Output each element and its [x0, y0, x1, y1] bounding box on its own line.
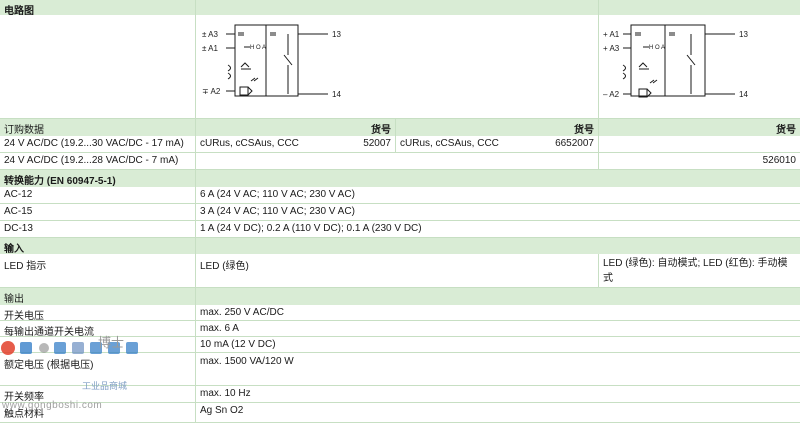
- section-header-output: 输出: [0, 288, 800, 305]
- terminal-a2-label: – A2: [603, 90, 620, 99]
- output-row: 开关电压 max. 250 V AC/DC: [0, 305, 800, 321]
- terminal-a1-label: + A1: [603, 30, 620, 39]
- col-header-order-no-3: 货号: [598, 119, 800, 136]
- section-title-switching: 转换能力 (EN 60947-5-1): [4, 176, 116, 187]
- output-label: 每输出通道开关电流: [4, 327, 94, 336]
- input-value-3: LED (绿色): 自动模式; LED (红色): 手动模式: [598, 254, 800, 287]
- terminal-13-label: 13: [332, 30, 341, 39]
- terminal-a3-label: + A3: [603, 44, 620, 53]
- output-label: 额定电压 (根据电压): [4, 360, 94, 371]
- output-label: 开关频率: [4, 392, 44, 402]
- circuit-diagram-1: ± A3 ± A1 ∓ A2 13 14 H O A: [202, 24, 341, 99]
- switching-row: AC-15 3 A (24 V AC; 110 V AC; 230 V AC): [0, 204, 800, 221]
- col-header-order-no-1: 货号: [195, 119, 395, 136]
- terminal-14-label: 14: [739, 90, 748, 99]
- output-row: 额定电压 (根据电压) max. 1500 VA/120 W: [0, 353, 800, 386]
- output-row: 触点材料 Ag Sn O2: [0, 403, 800, 423]
- order-row: 24 V AC/DC (19.2...30 VAC/DC - 17 mA) cU…: [0, 136, 800, 153]
- terminal-13-label: 13: [739, 30, 748, 39]
- switching-label: DC-13: [4, 223, 33, 234]
- circuit-diagram-row: ± A3 ± A1 ∓ A2 13 14 H O A + A1 + A3 – A…: [0, 15, 800, 119]
- section-header-circuit: 电路图: [0, 0, 800, 15]
- switching-row: DC-13 1 A (24 V DC); 0.2 A (110 V DC); 0…: [0, 221, 800, 238]
- terminal-a1-label: ± A1: [202, 44, 219, 53]
- order-number: 52007: [363, 138, 391, 149]
- output-row: 每输出通道开关电流 max. 6 A: [0, 321, 800, 337]
- output-value: max. 10 Hz: [195, 386, 800, 402]
- switching-label: AC-12: [4, 189, 33, 200]
- section-header-order: 订购数据 货号 货号 货号: [0, 119, 800, 136]
- input-value: LED (绿色): [195, 254, 598, 287]
- switching-label: AC-15: [4, 206, 33, 217]
- output-label: [0, 337, 195, 352]
- output-row: 10 mA (12 V DC): [0, 337, 800, 353]
- output-value: max. 250 V AC/DC: [195, 305, 800, 320]
- order-label: 24 V AC/DC (19.2...28 VAC/DC - 7 mA): [4, 155, 179, 166]
- terminal-a3-label: ± A3: [202, 30, 219, 39]
- input-label: LED 指示: [4, 261, 47, 272]
- terminal-14-label: 14: [332, 90, 341, 99]
- section-title-order: 订购数据: [4, 125, 44, 136]
- hoa-label: H O A: [649, 45, 665, 51]
- hoa-label: H O A: [250, 45, 266, 51]
- output-value: max. 1500 VA/120 W: [195, 353, 800, 385]
- section-header-input: 输入: [0, 238, 800, 254]
- terminal-a2-label: ∓ A2: [202, 87, 221, 96]
- switching-value: 3 A (24 V AC; 110 V AC; 230 V AC): [195, 204, 800, 220]
- col-header-order-no-2: 货号: [395, 119, 598, 136]
- output-value: max. 6 A: [195, 321, 800, 336]
- section-title-output: 输出: [4, 294, 24, 305]
- order-number: [598, 136, 800, 152]
- switching-value: 1 A (24 V DC); 0.2 A (110 V DC); 0.1 A (…: [195, 221, 800, 237]
- output-row: 开关频率 max. 10 Hz: [0, 386, 800, 403]
- output-value: Ag Sn O2: [195, 403, 800, 422]
- circuit-diagram-2: + A1 + A3 – A2 13 14 H O A: [603, 24, 748, 99]
- switching-value: 6 A (24 V AC; 110 V AC; 230 V AC): [195, 187, 800, 203]
- switching-row: AC-12 6 A (24 V AC; 110 V AC; 230 V AC): [0, 187, 800, 204]
- output-label: 触点材料: [4, 409, 44, 420]
- order-label: 24 V AC/DC (19.2...30 VAC/DC - 17 mA): [4, 138, 184, 149]
- order-row: 24 V AC/DC (19.2...28 VAC/DC - 7 mA) 526…: [0, 153, 800, 170]
- section-title-input: 输入: [4, 244, 24, 254]
- output-value: 10 mA (12 V DC): [195, 337, 800, 352]
- output-label: 开关电压: [4, 311, 44, 320]
- order-number: 526010: [598, 153, 800, 169]
- section-header-switching: 转换能力 (EN 60947-5-1): [0, 170, 800, 187]
- section-title-circuit: 电路图: [4, 6, 34, 15]
- input-row: LED 指示 LED (绿色) LED (绿色): 自动模式; LED (红色)…: [0, 254, 800, 288]
- order-number: 6652007: [555, 138, 594, 149]
